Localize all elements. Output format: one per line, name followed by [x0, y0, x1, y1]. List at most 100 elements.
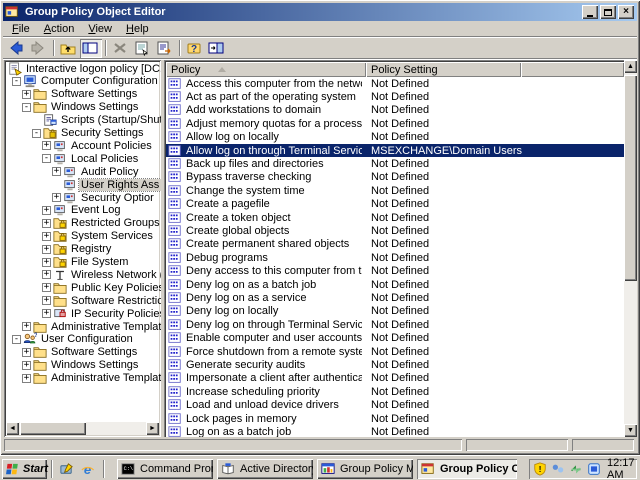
tree-item-label[interactable]: User Rights Ass	[77, 177, 161, 192]
start-button[interactable]: Start	[2, 459, 48, 479]
expand-toggle[interactable]: +	[42, 231, 51, 241]
tree-item-label[interactable]: Software Settings	[49, 346, 139, 358]
export-list-button[interactable]	[154, 39, 176, 58]
close-button[interactable]: ×	[618, 5, 634, 19]
policy-row[interactable]: Bypass traverse checking Not Defined	[166, 171, 624, 184]
policy-row[interactable]: Create a token object Not Defined	[166, 211, 624, 224]
scroll-right-button[interactable]: ►	[146, 422, 159, 435]
tree-item[interactable]: + Administrative Templates	[6, 320, 161, 333]
tree-horizontal-scrollbar[interactable]: ◄ ►	[6, 422, 159, 435]
expand-toggle[interactable]: +	[42, 257, 51, 267]
list-vertical-scrollbar[interactable]: ▲ ▼	[624, 60, 637, 437]
help-button[interactable]: ?	[184, 39, 206, 58]
tree-item[interactable]: - Computer Configuration	[6, 75, 161, 88]
collapse-toggle[interactable]: -	[12, 334, 21, 344]
tree-item[interactable]: + Software Settings	[6, 346, 161, 359]
expand-toggle[interactable]: +	[22, 360, 31, 370]
tree-item[interactable]: + Public Key Policies	[6, 281, 161, 294]
policy-row[interactable]: Enable computer and user accounts to be …	[166, 332, 624, 345]
expand-toggle[interactable]: +	[22, 347, 31, 357]
tree-item-label[interactable]: Interactive logon policy [DC.msexc	[24, 63, 161, 75]
tree-item-label[interactable]: Public Key Policies	[69, 282, 161, 294]
tree-item-label[interactable]: Software Settings	[49, 88, 139, 100]
security-alert-tray[interactable]: !	[533, 462, 549, 476]
tree-item-label[interactable]: Security Settings	[59, 127, 146, 139]
policy-row[interactable]: Deny log on as a batch job Not Defined	[166, 278, 624, 291]
tree-item-label[interactable]: File System	[69, 256, 130, 268]
tree-item[interactable]: + Software Settings	[6, 88, 161, 101]
tree-item[interactable]: + File System	[6, 256, 161, 269]
policy-row[interactable]: Load and unload device drivers Not Define…	[166, 399, 624, 412]
policy-row[interactable]: Allow log on locally Not Defined	[166, 131, 624, 144]
tree-item-label[interactable]: System Services	[69, 230, 155, 242]
expand-toggle[interactable]: +	[42, 283, 51, 293]
tree-item-label[interactable]: Account Policies	[69, 140, 154, 152]
policy-row[interactable]: Change the system time Not Defined	[166, 184, 624, 197]
maximize-button[interactable]	[600, 5, 616, 19]
expand-toggle[interactable]: +	[52, 193, 61, 202]
network-users-tray[interactable]	[551, 462, 567, 476]
column-header-policy-setting[interactable]: Policy Setting	[366, 62, 521, 77]
scroll-up-button[interactable]: ▲	[624, 60, 637, 73]
collapse-toggle[interactable]: -	[42, 154, 51, 164]
tree-item-label[interactable]: Local Policies	[69, 153, 140, 165]
tree-item[interactable]: + Event Log	[6, 204, 161, 217]
scroll-down-button[interactable]: ▼	[624, 424, 637, 437]
expand-toggle[interactable]: +	[42, 309, 51, 319]
menu-help[interactable]: Help	[119, 22, 156, 36]
tree-item[interactable]: + Audit Policy	[6, 165, 161, 178]
tree-item[interactable]: + Wireless Network (	[6, 268, 161, 281]
tree-item-label[interactable]: Registry	[69, 243, 113, 255]
column-header-blank[interactable]	[521, 62, 624, 77]
tree-item-label[interactable]: Security Optior	[79, 192, 156, 204]
minimize-button[interactable]	[582, 5, 598, 19]
back-button[interactable]	[6, 39, 28, 58]
tree-item[interactable]: - Security Settings	[6, 127, 161, 140]
policy-row[interactable]: Create permanent shared objects Not Defin…	[166, 238, 624, 251]
policy-row[interactable]: Lock pages in memory Not Defined	[166, 412, 624, 425]
network-activity-tray[interactable]	[569, 462, 585, 476]
expand-toggle[interactable]: +	[42, 205, 51, 215]
policy-row[interactable]: Deny log on as a service Not Defined	[166, 291, 624, 304]
tree-item-label[interactable]: Software Restrictic	[69, 295, 161, 307]
internet-explorer-quicklaunch[interactable]: e	[79, 461, 97, 478]
tree-item-label[interactable]: Windows Settings	[49, 359, 140, 371]
policy-row[interactable]: Back up files and directories Not Defined	[166, 157, 624, 170]
title-bar[interactable]: Group Policy Object Editor ×	[3, 3, 637, 21]
delete-button[interactable]	[110, 39, 132, 58]
tree-item[interactable]: - Windows Settings	[6, 101, 161, 114]
show-desktop-quicklaunch[interactable]	[58, 461, 76, 478]
policy-row[interactable]: Debug programs Not Defined	[166, 251, 624, 264]
tree-item[interactable]: + Restricted Groups	[6, 217, 161, 230]
expand-toggle[interactable]: +	[42, 244, 51, 254]
tree-item-label[interactable]: Wireless Network (	[69, 269, 161, 281]
policy-row[interactable]: Create a pagefile Not Defined	[166, 198, 624, 211]
tree-item[interactable]: User Rights Ass	[6, 177, 161, 192]
task-button-4[interactable]: Group Policy Ob...	[417, 459, 517, 479]
policy-row[interactable]: Deny log on locally Not Defined	[166, 305, 624, 318]
policy-row[interactable]: Impersonate a client after authenticatio…	[166, 372, 624, 385]
tree-item-label[interactable]: Audit Policy	[79, 166, 140, 178]
show-console-tree-button[interactable]	[80, 38, 102, 58]
policy-row[interactable]: Adjust memory quotas for a process Not De…	[166, 117, 624, 130]
tree-item-label[interactable]: Windows Settings	[49, 101, 140, 113]
tree-item-label[interactable]: Scripts (Startup/Shutdo	[59, 114, 161, 126]
tree-item[interactable]: - Local Policies	[6, 152, 161, 165]
tree-item-label[interactable]: Event Log	[69, 204, 123, 216]
tree-item-label[interactable]: User Configuration	[39, 333, 135, 345]
tree-item[interactable]: Interactive logon policy [DC.msexc	[6, 61, 161, 76]
expand-toggle[interactable]: +	[22, 373, 31, 383]
list-scroll-thumb[interactable]	[624, 75, 637, 281]
tree-item-label[interactable]: Restricted Groups	[69, 217, 161, 229]
expand-toggle[interactable]: +	[42, 141, 51, 151]
forward-button[interactable]	[28, 39, 50, 58]
tree-item[interactable]: + Registry	[6, 243, 161, 256]
expand-toggle[interactable]: +	[22, 89, 31, 99]
tree-item[interactable]: + Security Optior	[6, 191, 161, 204]
tree-item[interactable]: + Windows Settings	[6, 359, 161, 372]
task-button-3[interactable]: Group Policy Man...	[317, 459, 413, 479]
policy-row[interactable]: Increase scheduling priority Not Defined	[166, 385, 624, 398]
expand-toggle[interactable]: +	[52, 167, 61, 177]
tree-item[interactable]: + System Services	[6, 230, 161, 243]
tree-item[interactable]: + Administrative Templates	[6, 372, 161, 385]
